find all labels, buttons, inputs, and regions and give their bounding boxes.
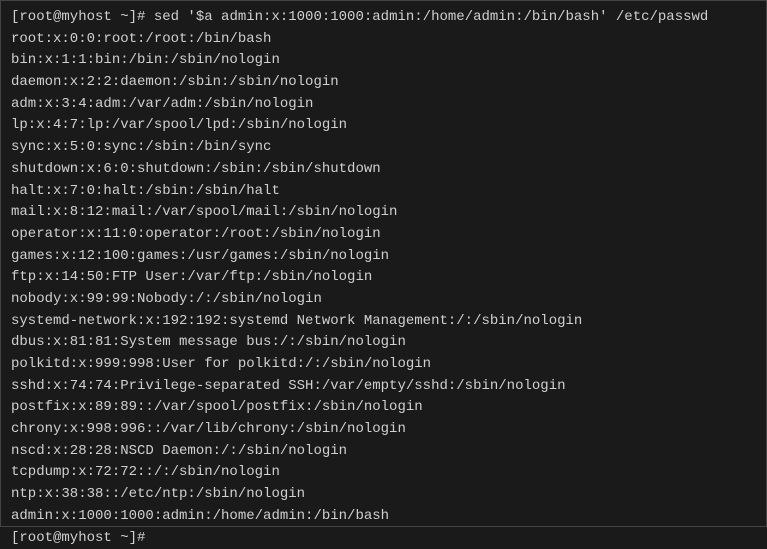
output-line: admin:x:1000:1000:admin:/home/admin:/bin… <box>11 506 756 528</box>
output-line: dbus:x:81:81:System message bus:/:/sbin/… <box>11 332 756 354</box>
output-line: postfix:x:89:89::/var/spool/postfix:/sbi… <box>11 397 756 419</box>
output-line: sync:x:5:0:sync:/sbin:/bin/sync <box>11 137 756 159</box>
output-line: mail:x:8:12:mail:/var/spool/mail:/sbin/n… <box>11 202 756 224</box>
output-line: lp:x:4:7:lp:/var/spool/lpd:/sbin/nologin <box>11 115 756 137</box>
output-line: nscd:x:28:28:NSCD Daemon:/:/sbin/nologin <box>11 441 756 463</box>
output-line: chrony:x:998:996::/var/lib/chrony:/sbin/… <box>11 419 756 441</box>
output-line: ftp:x:14:50:FTP User:/var/ftp:/sbin/nolo… <box>11 267 756 289</box>
output-line: games:x:12:100:games:/usr/games:/sbin/no… <box>11 246 756 268</box>
command-text: sed '$a admin:x:1000:1000:admin:/home/ad… <box>154 9 709 25</box>
output-line: ntp:x:38:38::/etc/ntp:/sbin/nologin <box>11 484 756 506</box>
output-line: daemon:x:2:2:daemon:/sbin:/sbin/nologin <box>11 72 756 94</box>
output-line: bin:x:1:1:bin:/bin:/sbin/nologin <box>11 50 756 72</box>
output-line: systemd-network:x:192:192:systemd Networ… <box>11 311 756 333</box>
shell-prompt: [root@myhost ~]# <box>11 9 154 25</box>
current-prompt-line[interactable]: [root@myhost ~]# <box>11 528 756 549</box>
shell-prompt: [root@myhost ~]# <box>11 530 145 546</box>
output-line: sshd:x:74:74:Privilege-separated SSH:/va… <box>11 376 756 398</box>
output-line: polkitd:x:999:998:User for polkitd:/:/sb… <box>11 354 756 376</box>
output-line: nobody:x:99:99:Nobody:/:/sbin/nologin <box>11 289 756 311</box>
output-line: adm:x:3:4:adm:/var/adm:/sbin/nologin <box>11 94 756 116</box>
output-line: operator:x:11:0:operator:/root:/sbin/nol… <box>11 224 756 246</box>
output-line: shutdown:x:6:0:shutdown:/sbin:/sbin/shut… <box>11 159 756 181</box>
terminal-output: root:x:0:0:root:/root:/bin/bashbin:x:1:1… <box>11 29 756 528</box>
output-line: halt:x:7:0:halt:/sbin:/sbin/halt <box>11 181 756 203</box>
command-line[interactable]: [root@myhost ~]# sed '$a admin:x:1000:10… <box>11 7 756 29</box>
output-line: root:x:0:0:root:/root:/bin/bash <box>11 29 756 51</box>
output-line: tcpdump:x:72:72::/:/sbin/nologin <box>11 462 756 484</box>
